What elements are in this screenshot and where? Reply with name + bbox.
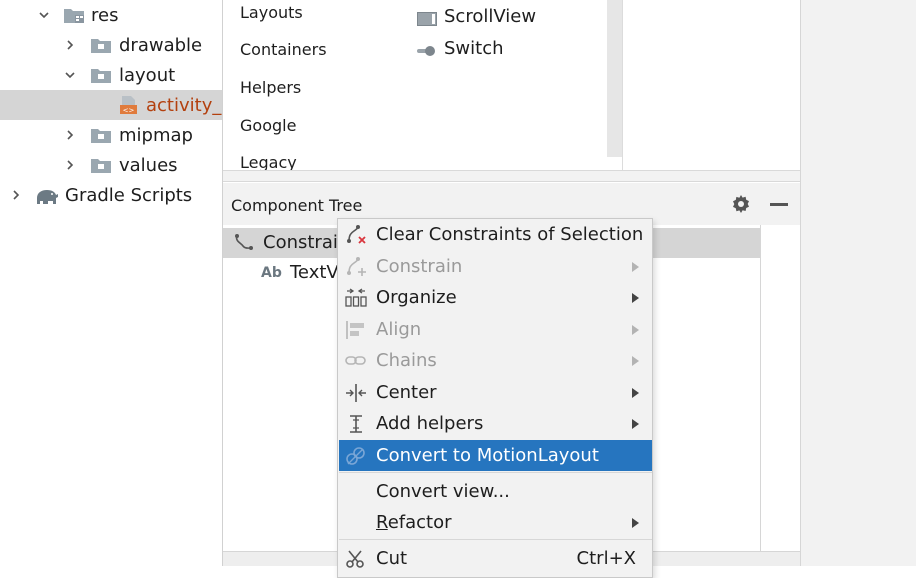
menu-item-label: Align: [376, 319, 422, 340]
menu-separator: [339, 472, 652, 473]
minimize-icon[interactable]: [770, 203, 788, 206]
menu-item-organize[interactable]: Organize: [339, 282, 652, 313]
layout-xml-file-icon: <>: [117, 95, 139, 115]
tree-item-label: layout: [119, 64, 176, 86]
menu-separator: [339, 539, 652, 540]
folder-icon: [90, 36, 112, 54]
add-helpers-icon: [345, 414, 367, 434]
menu-item-constrain[interactable]: Constrain: [339, 251, 652, 282]
palette-category-containers[interactable]: Containers: [240, 40, 327, 59]
clear-constraints-icon: [345, 225, 367, 245]
component-tree-label: TextV: [290, 262, 339, 283]
scrollview-icon: [417, 10, 437, 26]
svg-text:<>: <>: [123, 107, 135, 115]
chevron-right-icon[interactable]: [63, 38, 77, 52]
tree-item-label: values: [119, 154, 178, 176]
menu-item-refactor[interactable]: Refactor: [339, 507, 652, 538]
component-tree-title: Component Tree: [231, 196, 363, 215]
menu-item-label: Refactor: [376, 512, 452, 533]
menu-item-label: Constrain: [376, 256, 463, 277]
submenu-arrow-icon: [632, 387, 639, 398]
palette-category-google[interactable]: Google: [240, 116, 296, 135]
palette-widget-label: Switch: [444, 38, 504, 59]
tree-item-gradle-scripts[interactable]: Gradle Scripts: [0, 180, 222, 210]
palette-widget-scrollview[interactable]: ScrollView: [417, 6, 536, 27]
menu-item-label-rest: efactor: [387, 512, 452, 533]
tree-item-label: res: [91, 4, 119, 26]
component-tree-label: Constrai: [263, 232, 338, 253]
menu-item-add-helpers[interactable]: Add helpers: [339, 408, 652, 439]
tree-item-drawable[interactable]: drawable: [0, 30, 222, 60]
menu-item-align[interactable]: Align: [339, 314, 652, 345]
tree-item-res[interactable]: res: [0, 0, 222, 30]
palette-horizontal-scrollbar[interactable]: [223, 170, 800, 182]
palette-category-scrollbar[interactable]: [607, 0, 622, 157]
folder-icon: [90, 156, 112, 174]
tree-item-values[interactable]: values: [0, 150, 222, 180]
tree-item-mipmap[interactable]: mipmap: [0, 120, 222, 150]
palette-widget-label: ScrollView: [444, 6, 537, 27]
menu-item-label: Convert to MotionLayout: [376, 445, 599, 466]
menu-item-label: Convert view...: [376, 481, 510, 502]
tree-item-label: drawable: [119, 34, 203, 56]
tree-item-label: mipmap: [119, 124, 193, 146]
cut-icon: [345, 549, 367, 569]
chevron-right-icon[interactable]: [63, 158, 77, 172]
center-icon: [345, 383, 367, 403]
menu-item-convert-to-motionlayout[interactable]: Convert to MotionLayout: [339, 440, 652, 471]
menu-item-center[interactable]: Center: [339, 377, 652, 408]
menu-item-label: Organize: [376, 287, 457, 308]
submenu-arrow-icon: [632, 292, 639, 303]
menu-item-label: Add helpers: [376, 413, 484, 434]
tree-item-layout[interactable]: layout: [0, 60, 222, 90]
chains-icon: [345, 351, 367, 371]
project-tree-panel: res drawable layout <> activity_m mipmap…: [0, 0, 239, 566]
folder-icon: [90, 66, 112, 84]
submenu-arrow-icon: [632, 418, 639, 429]
component-tree-vertical-area: [760, 225, 800, 551]
gear-icon[interactable]: [731, 194, 751, 214]
folder-res-icon: [63, 6, 85, 24]
tree-item-activity-file[interactable]: <> activity_m: [0, 90, 239, 120]
organize-icon: [345, 288, 367, 308]
chevron-right-icon[interactable]: [63, 128, 77, 142]
design-surface-strip: [800, 0, 916, 566]
align-icon: [345, 320, 367, 340]
constrain-icon: [345, 257, 367, 277]
motionlayout-icon: [345, 446, 367, 466]
chevron-right-icon[interactable]: [9, 188, 23, 202]
menu-item-chains[interactable]: Chains: [339, 345, 652, 376]
menu-item-clear-constraints[interactable]: Clear Constraints of Selection: [339, 219, 652, 250]
context-menu: Clear Constraints of Selection Constrain…: [337, 218, 653, 578]
tree-item-label: Gradle Scripts: [65, 184, 193, 206]
chevron-down-icon[interactable]: [37, 8, 51, 22]
submenu-arrow-icon: [632, 261, 639, 272]
menu-item-label: Chains: [376, 350, 437, 371]
mnemonic-letter: R: [376, 512, 388, 533]
menu-item-label: Clear Constraints of Selection: [376, 224, 644, 245]
menu-item-label: Center: [376, 382, 437, 403]
palette-category-layouts[interactable]: Layouts: [240, 3, 303, 22]
menu-item-cut[interactable]: Cut Ctrl+X: [339, 543, 652, 574]
submenu-arrow-icon: [632, 355, 639, 366]
palette-widget-switch[interactable]: Switch: [417, 38, 504, 59]
palette-category-helpers[interactable]: Helpers: [240, 78, 301, 97]
submenu-arrow-icon: [632, 517, 639, 528]
menu-item-convert-view[interactable]: Convert view...: [339, 476, 652, 507]
submenu-arrow-icon: [632, 324, 639, 335]
switch-icon: [417, 42, 437, 56]
palette-panel: Layouts Containers Helpers Google Legacy…: [223, 0, 800, 172]
textview-icon: Ab: [261, 265, 282, 281]
chevron-down-icon[interactable]: [63, 68, 77, 82]
constraint-layout-icon: [233, 233, 255, 253]
gradle-elephant-icon: [35, 186, 58, 204]
palette-divider: [622, 0, 623, 170]
folder-icon: [90, 126, 112, 144]
